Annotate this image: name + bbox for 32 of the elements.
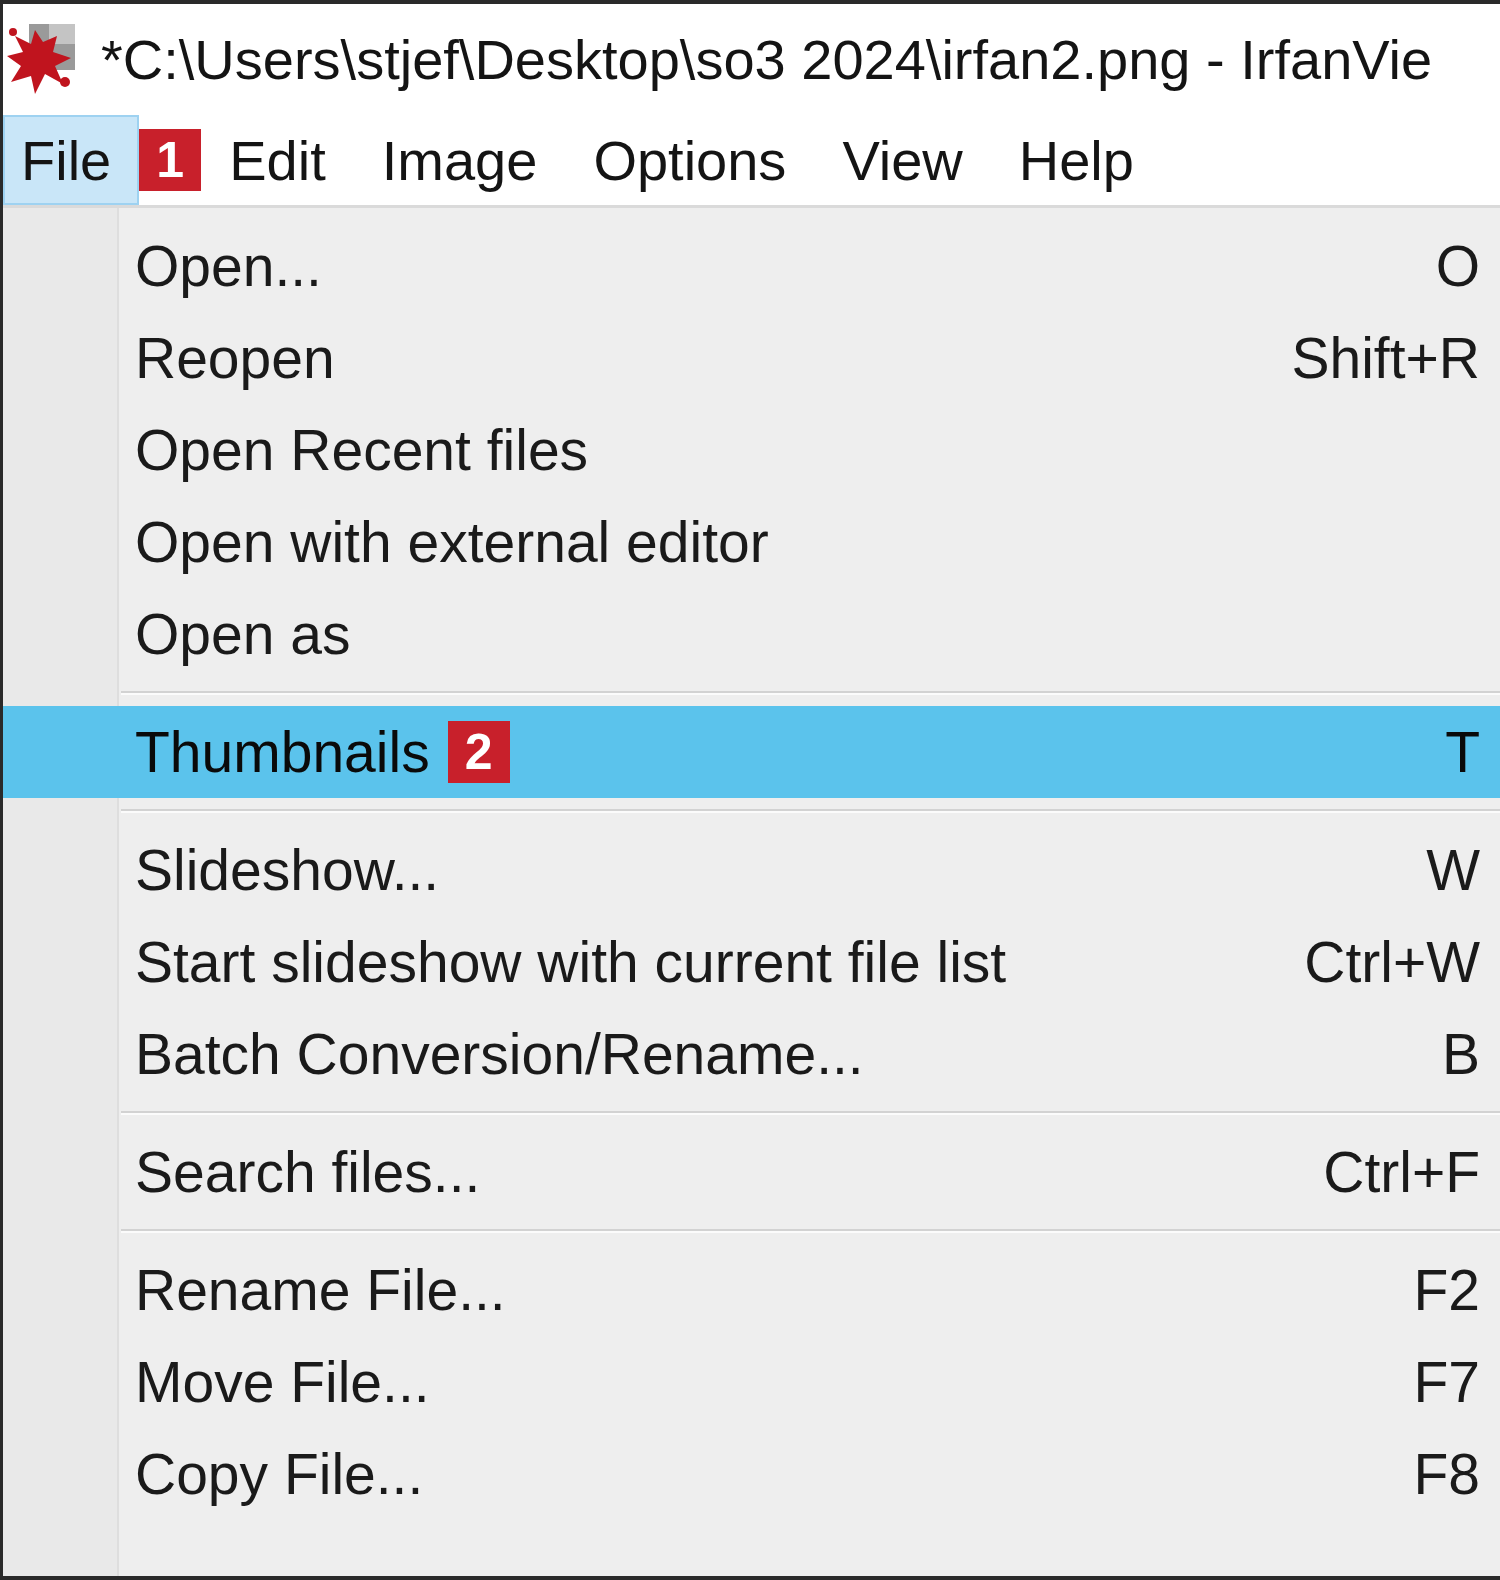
menu-item[interactable]: Copy File... F8 <box>3 1428 1500 1520</box>
menu-item[interactable]: File <box>3 115 140 205</box>
menu-item[interactable]: Slideshow... W <box>3 824 1500 916</box>
shortcut-label: F8 <box>1413 1441 1480 1507</box>
menu-item[interactable]: Open as <box>3 588 1500 680</box>
menu-item[interactable]: Reopen Shift+R <box>3 312 1500 404</box>
menu-item[interactable]: Edit <box>201 115 354 205</box>
menu-item[interactable]: Open Recent files <box>3 404 1500 496</box>
menu-item[interactable]: Search files... Ctrl+F <box>3 1126 1500 1218</box>
menu-item[interactable]: Help <box>990 115 1162 205</box>
shortcut-label: W <box>1426 837 1480 903</box>
shortcut-label: Ctrl+F <box>1323 1139 1480 1205</box>
shortcut-label: B <box>1441 1021 1480 1087</box>
menu-item[interactable]: Rename File... F2 <box>3 1244 1500 1336</box>
step-number: 2 <box>447 721 510 783</box>
menu-item[interactable]: Batch Conversion/Rename... B <box>3 1008 1500 1100</box>
shortcut-label: F7 <box>1413 1349 1480 1415</box>
window-title: *C:\Users\stjef\Desktop\so3 2024\irfan2.png - IrfanVie <box>101 27 1433 92</box>
menu-item[interactable]: Image <box>353 115 566 205</box>
shortcut-label: Ctrl+W <box>1304 929 1480 995</box>
shortcut-label: F2 <box>1413 1257 1480 1323</box>
menu-item[interactable]: Start slideshow with current file list Ctrl+W <box>3 916 1500 1008</box>
shortcut-label: Shift+R <box>1291 325 1480 391</box>
menu-item[interactable]: Open... O <box>3 220 1500 312</box>
menu-item[interactable]: View <box>814 115 991 205</box>
menu-item[interactable]: Thumbnails 2 T <box>3 706 1500 798</box>
shortcut-label: T <box>1445 719 1480 785</box>
menu-item[interactable]: Move File... F7 <box>3 1336 1500 1428</box>
shortcut-label: O <box>1435 233 1480 299</box>
menu-item[interactable]: Open with external editor <box>3 496 1500 588</box>
step-number: 1 <box>139 129 202 191</box>
menu-item[interactable]: Options <box>565 115 815 205</box>
